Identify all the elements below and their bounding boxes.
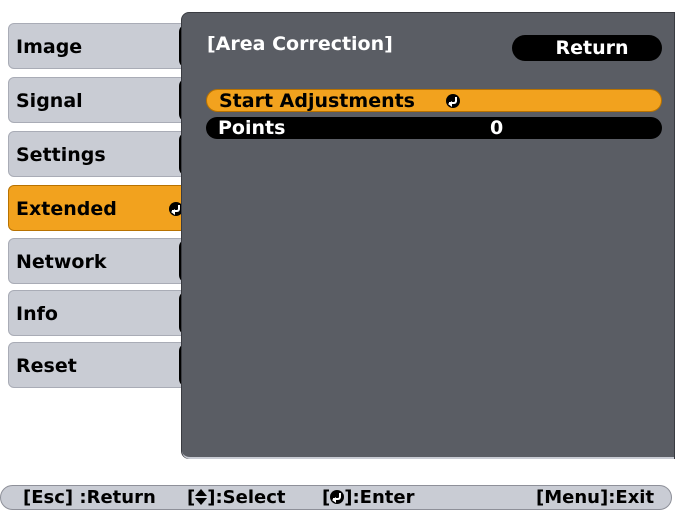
sidebar-item-image[interactable]: Image — [8, 23, 193, 69]
menu-item-points[interactable]: Points 0 — [206, 117, 662, 139]
sidebar-item-label: Reset — [16, 355, 77, 377]
sidebar-item-label: Network — [16, 251, 107, 273]
sidebar-item-reset[interactable]: Reset — [8, 342, 193, 388]
sidebar-item-label: Signal — [16, 90, 83, 112]
help-enter-prefix: [ — [322, 487, 331, 508]
help-bar: [Esc] :Return [ ]:Select [ ]:Enter [Menu]:… — [0, 485, 672, 510]
sidebar-item-network[interactable]: Network — [8, 238, 193, 284]
menu-item-label: Points — [218, 117, 286, 139]
sidebar-item-signal[interactable]: Signal — [8, 77, 193, 123]
help-select-suffix: ]:Select — [207, 487, 286, 508]
sidebar-item-label: Image — [16, 36, 83, 58]
help-enter-suffix: ]:Enter — [344, 487, 415, 508]
menu-item-start-adjustments[interactable]: Start Adjustments — [206, 89, 662, 112]
up-down-arrows-icon — [195, 489, 208, 505]
enter-icon — [446, 94, 460, 108]
help-select: [ ]:Select — [187, 486, 285, 509]
sidebar-item-extended[interactable]: Extended — [8, 185, 192, 231]
page-title: [Area Correction] — [207, 33, 393, 55]
help-enter: [ ]:Enter — [322, 486, 414, 509]
menu-item-label: Start Adjustments — [219, 90, 415, 112]
help-menu-exit: [Menu]:Exit — [536, 487, 655, 508]
return-button[interactable]: Return — [512, 35, 662, 61]
menu-item-value: 0 — [490, 117, 504, 139]
sidebar-item-settings[interactable]: Settings — [8, 131, 193, 177]
help-select-prefix: [ — [187, 487, 196, 508]
enter-icon — [330, 490, 345, 504]
main-panel — [181, 12, 675, 459]
sidebar-item-label: Settings — [16, 144, 106, 166]
sidebar-item-info[interactable]: Info — [8, 290, 193, 336]
panel-bottom-edge — [182, 447, 674, 459]
help-esc-return: [Esc] :Return — [23, 487, 156, 508]
sidebar-item-label: Info — [16, 303, 58, 325]
sidebar-item-label: Extended — [16, 198, 117, 220]
